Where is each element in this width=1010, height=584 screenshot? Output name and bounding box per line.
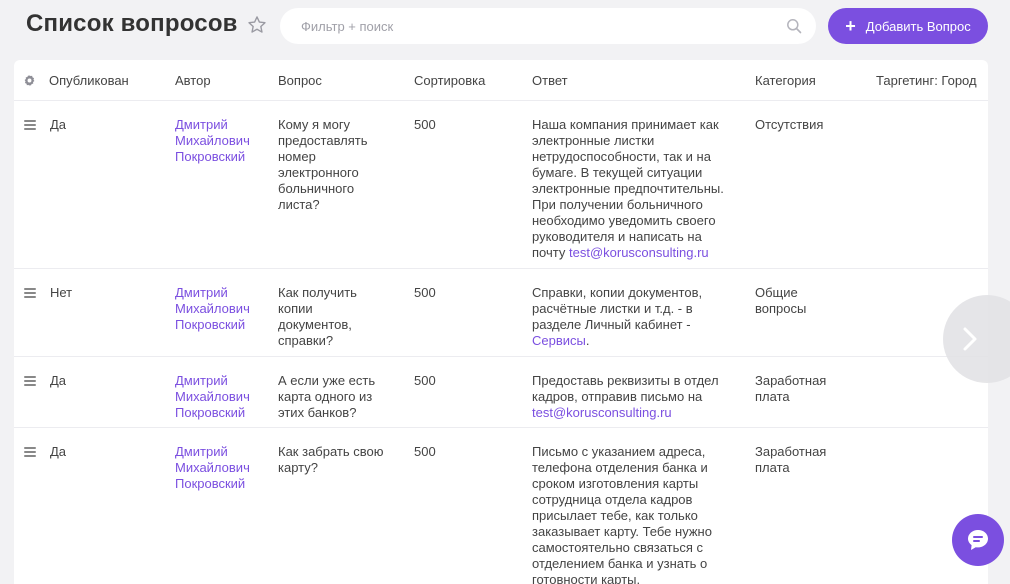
questions-table: Опубликован Автор Вопрос Сортировка Отве… — [14, 60, 988, 584]
column-targeting-city[interactable]: Таргетинг: Город — [876, 73, 977, 88]
category-cell: Отсутствия — [755, 117, 824, 132]
published-cell: Нет — [50, 285, 73, 300]
category-cell: Общие вопросы — [755, 285, 807, 316]
category-cell: Заработная плата — [755, 373, 827, 404]
published-cell: Да — [50, 373, 67, 388]
question-cell: Кому я могу предоставлять номер электрон… — [278, 117, 368, 212]
answer-services-link[interactable]: Сервисы — [532, 333, 586, 348]
answer-email-link[interactable]: test@korusconsulting.ru — [569, 245, 709, 260]
chevron-right-icon — [963, 327, 977, 351]
author-link[interactable]: Дмитрий Михайлович Покровский — [175, 444, 265, 492]
answer-text: Предоставь реквизиты в отдел кадров, отп… — [532, 373, 719, 404]
sort-cell: 500 — [414, 285, 436, 300]
gear-icon[interactable] — [23, 74, 36, 87]
question-cell: А если уже есть карта одного из этих бан… — [278, 373, 376, 420]
search-box — [280, 8, 816, 44]
answer-tail: . — [585, 333, 590, 348]
published-cell: Да — [50, 117, 67, 132]
answer-cell: Предоставь реквизиты в отдел кадров, отп… — [532, 373, 732, 421]
author-link[interactable]: Дмитрий Михайлович Покровский — [175, 373, 265, 421]
drag-handle-icon[interactable] — [24, 288, 36, 298]
answer-cell: Письмо с указанием адреса, телефона отде… — [532, 444, 712, 584]
add-question-button[interactable]: + Добавить Вопрос — [828, 8, 988, 44]
sort-cell: 500 — [414, 117, 436, 132]
table-row[interactable]: Да Дмитрий Михайлович Покровский Кому я … — [14, 101, 988, 269]
column-author[interactable]: Автор — [175, 73, 211, 88]
table-header: Опубликован Автор Вопрос Сортировка Отве… — [14, 60, 988, 101]
drag-handle-icon[interactable] — [24, 447, 36, 457]
answer-text: Справки, копии документов, расчётные лис… — [532, 285, 703, 332]
column-answer[interactable]: Ответ — [532, 73, 568, 88]
column-question[interactable]: Вопрос — [278, 73, 322, 88]
page-title: Список вопросов — [26, 10, 238, 37]
plus-icon: + — [845, 16, 856, 36]
search-icon[interactable] — [786, 18, 802, 34]
chat-button[interactable] — [952, 514, 1004, 566]
table-row[interactable]: Нет Дмитрий Михайлович Покровский Как по… — [14, 269, 988, 357]
drag-handle-icon[interactable] — [24, 120, 36, 130]
question-cell: Как получить копии документов, справки? — [278, 285, 357, 348]
table-row[interactable]: Да Дмитрий Михайлович Покровский Как заб… — [14, 428, 988, 584]
chat-bubble-icon — [968, 530, 988, 550]
sort-cell: 500 — [414, 444, 436, 459]
column-published[interactable]: Опубликован — [49, 73, 129, 88]
author-link[interactable]: Дмитрий Михайлович Покровский — [175, 285, 265, 333]
column-sort[interactable]: Сортировка — [414, 73, 485, 88]
sort-cell: 500 — [414, 373, 436, 388]
answer-cell: Справки, копии документов, расчётные лис… — [532, 285, 732, 349]
star-icon[interactable] — [246, 14, 268, 36]
category-cell: Заработная плата — [755, 444, 827, 475]
question-cell: Как забрать свою карту? — [278, 444, 384, 475]
author-link[interactable]: Дмитрий Михайлович Покровский — [175, 117, 265, 165]
drag-handle-icon[interactable] — [24, 376, 36, 386]
table-row[interactable]: Да Дмитрий Михайлович Покровский А если … — [14, 357, 988, 428]
column-category[interactable]: Категория — [755, 73, 816, 88]
add-question-label: Добавить Вопрос — [865, 18, 971, 34]
search-input[interactable] — [280, 8, 816, 44]
answer-cell: Наша компания принимает как электронные … — [532, 117, 732, 261]
answer-email-link[interactable]: test@korusconsulting.ru — [532, 405, 672, 420]
published-cell: Да — [50, 444, 67, 459]
page-header: Список вопросов + Добавить Вопрос — [0, 0, 1010, 56]
answer-text: Наша компания принимает как электронные … — [532, 117, 724, 260]
